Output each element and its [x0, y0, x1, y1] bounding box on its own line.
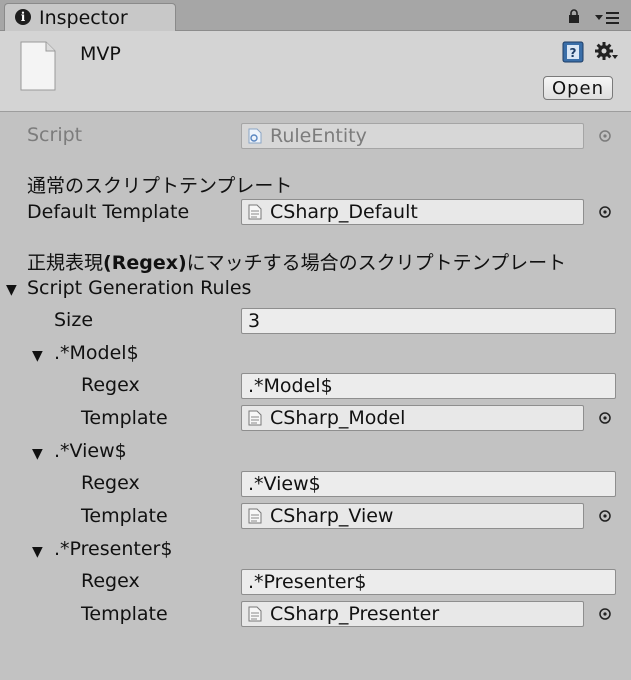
script-file-icon: [248, 128, 262, 144]
text-asset-icon: [248, 410, 262, 426]
lock-icon[interactable]: [568, 9, 580, 23]
rule-element-header[interactable]: .*Model$: [54, 342, 139, 364]
template-label: Template: [81, 505, 168, 527]
rule-element-header[interactable]: .*View$: [54, 440, 127, 462]
foldout-arrow-icon[interactable]: ▼: [32, 544, 43, 560]
template-label: Template: [81, 407, 168, 429]
script-field[interactable]: RuleEntity: [241, 123, 584, 149]
regex-label: Regex: [81, 472, 140, 494]
template-field[interactable]: CSharp_Presenter: [241, 601, 584, 627]
tab-title: Inspector: [39, 7, 128, 29]
regex-label: Regex: [81, 570, 140, 592]
menu-icon[interactable]: [594, 9, 620, 25]
regex-label: Regex: [81, 374, 140, 396]
script-value: RuleEntity: [270, 125, 367, 147]
object-picker-icon[interactable]: [598, 411, 612, 425]
template-field[interactable]: CSharp_Model: [241, 405, 584, 431]
tab-strip: i Inspector: [0, 0, 631, 31]
object-name: MVP: [80, 43, 121, 65]
regex-input[interactable]: .*View$: [241, 471, 616, 497]
template-field[interactable]: CSharp_View: [241, 503, 584, 529]
inspector-header: MVP ? Open: [0, 31, 631, 112]
section-heading-regex: 正規表現(Regex)にマッチする場合のスクリプトテンプレート: [27, 248, 566, 275]
rules-foldout-label[interactable]: Script Generation Rules: [27, 277, 251, 299]
foldout-arrow-icon[interactable]: ▼: [32, 348, 43, 364]
section-heading-default: 通常のスクリプトテンプレート: [27, 175, 293, 197]
object-picker-icon[interactable]: [598, 607, 612, 621]
size-label: Size: [54, 309, 94, 331]
regex-input[interactable]: .*Model$: [241, 373, 616, 399]
text-asset-icon: [248, 204, 262, 220]
object-picker-icon[interactable]: [598, 129, 612, 143]
script-label: Script: [27, 124, 83, 146]
default-template-field[interactable]: CSharp_Default: [241, 199, 584, 225]
text-asset-icon: [248, 508, 262, 524]
section-heading-regex-post: にマッチする場合のスクリプトテンプレート: [186, 252, 567, 274]
default-template-label: Default Template: [27, 201, 190, 223]
foldout-arrow-icon[interactable]: ▼: [32, 446, 43, 462]
info-icon: i: [15, 9, 31, 25]
object-picker-icon[interactable]: [598, 205, 612, 219]
tab-inspector[interactable]: i Inspector: [4, 3, 176, 31]
object-picker-icon[interactable]: [598, 509, 612, 523]
template-value: CSharp_View: [270, 505, 394, 527]
text-asset-icon: [248, 606, 262, 622]
template-label: Template: [81, 603, 168, 625]
section-heading-regex-bold: (Regex): [103, 252, 187, 274]
open-button[interactable]: Open: [543, 76, 613, 100]
gear-icon[interactable]: [595, 41, 619, 63]
foldout-arrow-icon[interactable]: ▼: [6, 282, 17, 298]
section-heading-regex-pre: 正規表現: [27, 252, 104, 274]
file-icon: [20, 41, 56, 91]
size-input[interactable]: 3: [241, 308, 616, 334]
help-icon[interactable]: ?: [562, 41, 584, 63]
rule-element-header[interactable]: .*Presenter$: [54, 538, 172, 560]
default-template-value: CSharp_Default: [270, 201, 418, 223]
regex-input[interactable]: .*Presenter$: [241, 569, 616, 595]
svg-text:?: ?: [570, 46, 577, 60]
template-value: CSharp_Model: [270, 407, 406, 429]
template-value: CSharp_Presenter: [270, 603, 440, 625]
